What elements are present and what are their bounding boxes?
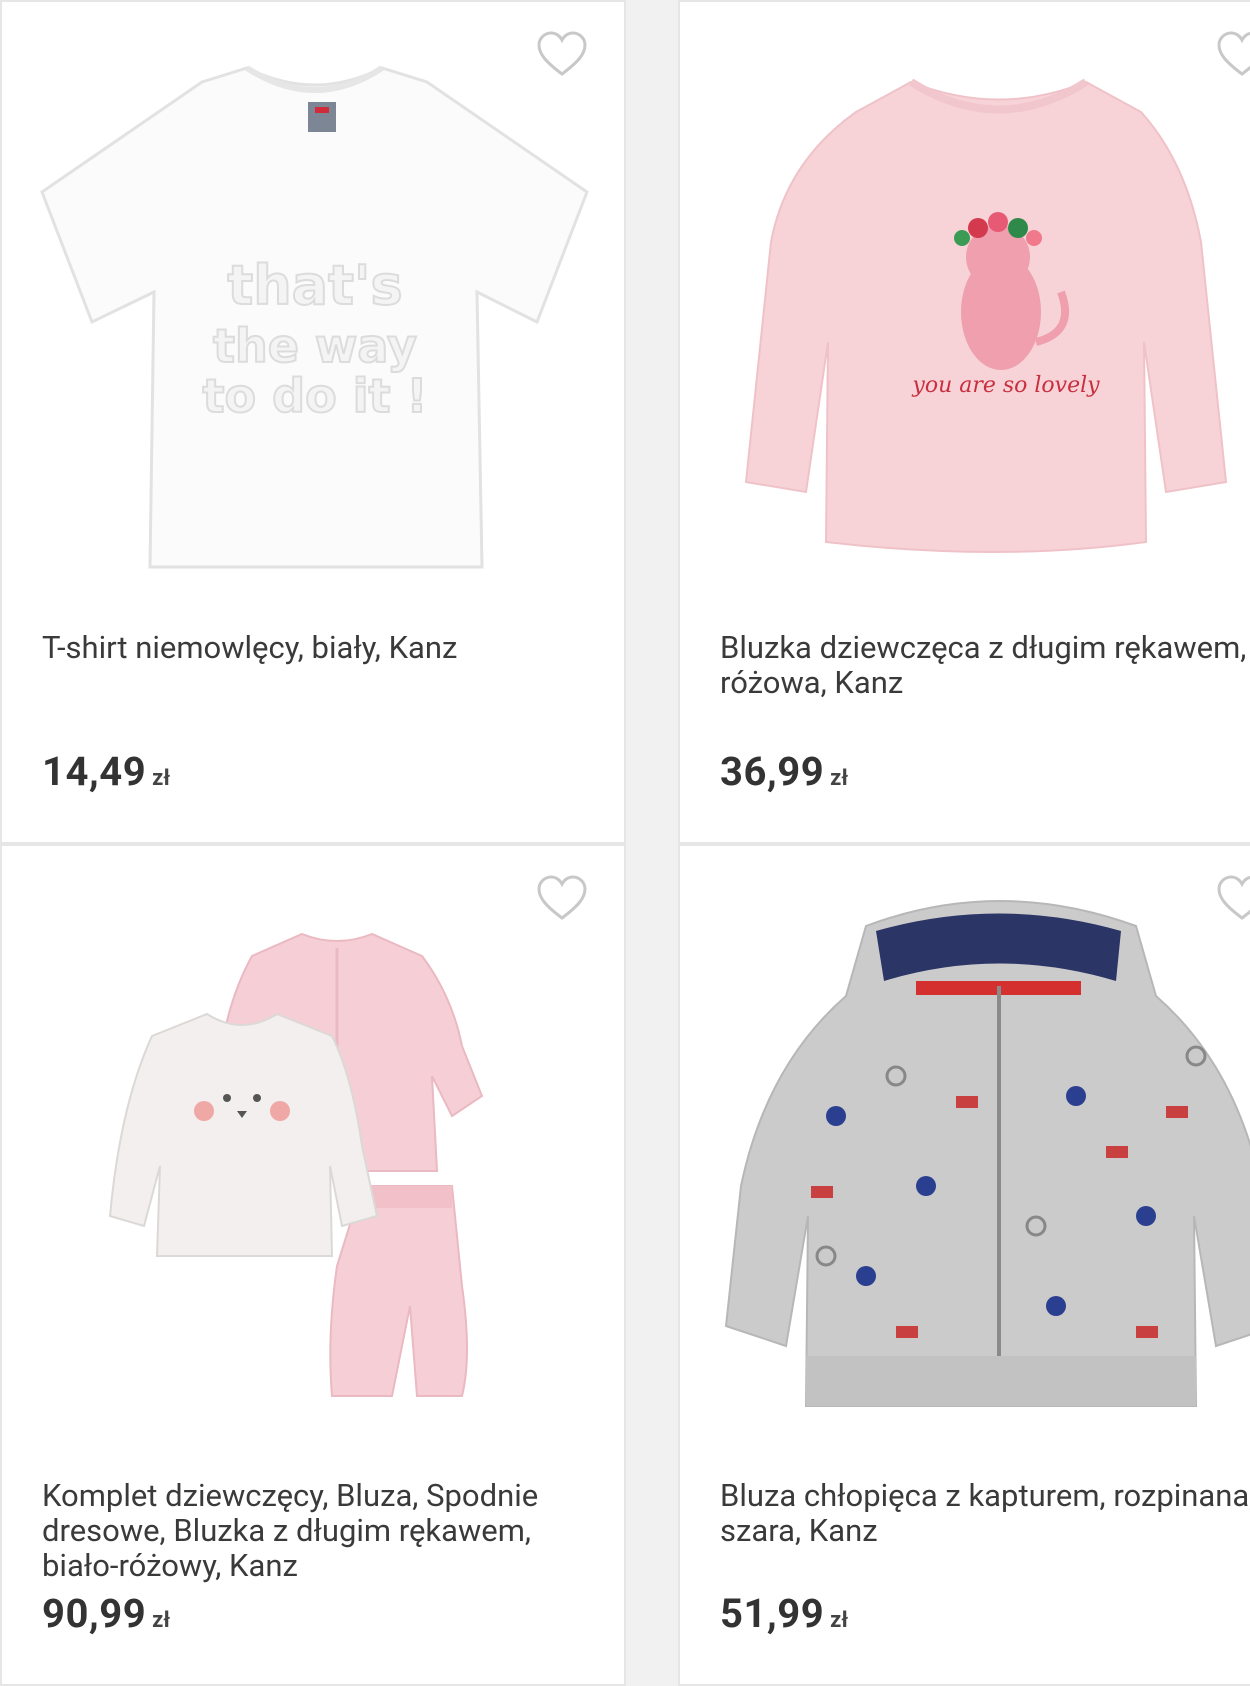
product-price: 51,99 zł <box>720 1590 848 1637</box>
svg-text:the way: the way <box>213 319 417 373</box>
product-card[interactable]: Komplet dziewczęcy, Bluza, Spodnie dreso… <box>0 844 626 1686</box>
price-amount: 36,99 <box>720 748 825 795</box>
product-card[interactable]: Bluza chłopięca z kapturem, rozpinana, s… <box>678 844 1250 1686</box>
product-price: 90,99 zł <box>42 1590 170 1637</box>
product-image-pink-longsleeve[interactable]: you are so lovely <box>716 42 1250 582</box>
price-currency: zł <box>152 766 171 791</box>
price-amount: 90,99 <box>42 1590 147 1637</box>
product-price: 14,49 zł <box>42 748 170 795</box>
price-currency: zł <box>830 1608 849 1633</box>
product-price: 36,99 zł <box>720 748 848 795</box>
product-grid: that's the way to do it ! T-shirt niemow… <box>0 0 1250 1686</box>
price-currency: zł <box>152 1608 171 1633</box>
price-currency: zł <box>830 766 849 791</box>
product-title[interactable]: Bluzka dziewczęca z długim rękawem, różo… <box>720 630 1250 700</box>
product-card[interactable]: that's the way to do it ! T-shirt niemow… <box>0 0 626 844</box>
product-image-white-tshirt[interactable]: that's the way to do it ! <box>32 42 598 582</box>
product-image-grey-hoodie[interactable] <box>716 886 1250 1426</box>
svg-text:to do it !: to do it ! <box>203 369 428 423</box>
product-title[interactable]: T-shirt niemowlęcy, biały, Kanz <box>42 630 602 665</box>
product-image-girls-set[interactable] <box>32 886 598 1426</box>
svg-text:that's: that's <box>227 254 402 317</box>
price-amount: 51,99 <box>720 1590 825 1637</box>
product-card[interactable]: you are so lovely Bluzka dziewczęca z dł… <box>678 0 1250 844</box>
product-title[interactable]: Komplet dziewczęcy, Bluza, Spodnie dreso… <box>42 1478 602 1583</box>
price-amount: 14,49 <box>42 748 147 795</box>
product-title[interactable]: Bluza chłopięca z kapturem, rozpinana, s… <box>720 1478 1250 1548</box>
print-caption: you are so lovely <box>911 373 1100 398</box>
